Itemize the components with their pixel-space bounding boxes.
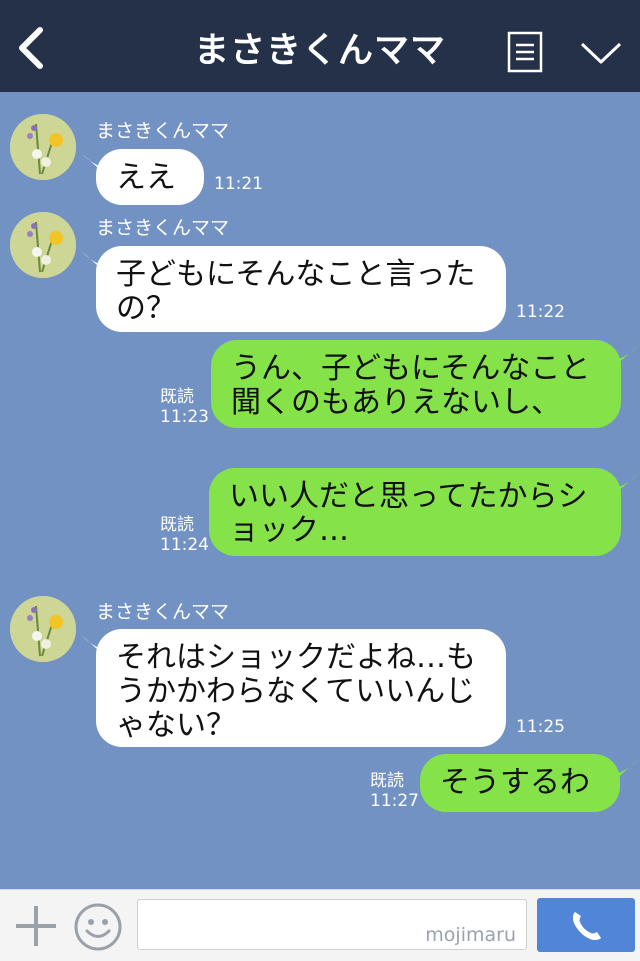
read-receipt: 既読 [370,771,404,791]
read-receipt: 既読 [160,387,194,407]
message-time: 11:23 [160,407,209,427]
message-bubble: 子どもにそんなこと言った の？ [96,246,506,332]
emoji-icon [74,903,122,951]
message-bubble: そうするわ [420,754,620,812]
message-time: 11:22 [516,302,565,322]
bubble-tail [608,346,638,372]
plus-icon [16,906,56,946]
emoji-button[interactable] [73,902,123,952]
message-time: 11:25 [516,717,565,737]
avatar-flower-image [10,596,76,662]
phone-icon [572,912,601,941]
avatar-flower-image [10,212,76,278]
avatar-flower-image [10,114,76,180]
chevron-down-icon [580,42,622,64]
message-time: 11:21 [214,174,263,194]
message-bubble: うん、子どもにそんなこと 聞くのもありえないし、 [211,340,621,428]
chat-header: まさきくんママ [0,0,640,92]
avatar[interactable] [10,212,76,278]
watermark: mojimaru [425,924,516,946]
bubble-tail [608,474,638,500]
input-bar: mojimaru [0,889,640,961]
avatar[interactable] [10,114,76,180]
message-bubble: それはショックだよね…も うかかわらなくていいんじ ゃない？ [96,629,506,747]
collapse-button[interactable] [578,36,624,70]
message-bubble: いい人だと思ってたからシ ョック… [209,468,621,556]
sender-name: まさきくんママ [96,120,230,142]
menu-button[interactable] [506,30,544,74]
menu-list-icon [507,31,543,73]
call-button[interactable] [537,898,635,952]
chat-area[interactable]: まさきくんママ ええ 11:21 まさきくんママ 子どもにそんなこと言った の？… [0,92,640,889]
bubble-tail [608,760,638,786]
message-bubble: ええ [96,149,204,205]
message-input[interactable]: mojimaru [137,899,527,950]
message-time: 11:24 [160,535,209,555]
message-time: 11:27 [370,791,419,811]
sender-name: まさきくんママ [96,601,230,623]
sender-name: まさきくんママ [96,217,230,239]
read-receipt: 既読 [160,515,194,535]
chat-title: まさきくんママ [193,31,446,71]
add-button[interactable] [14,904,58,948]
avatar[interactable] [10,596,76,662]
